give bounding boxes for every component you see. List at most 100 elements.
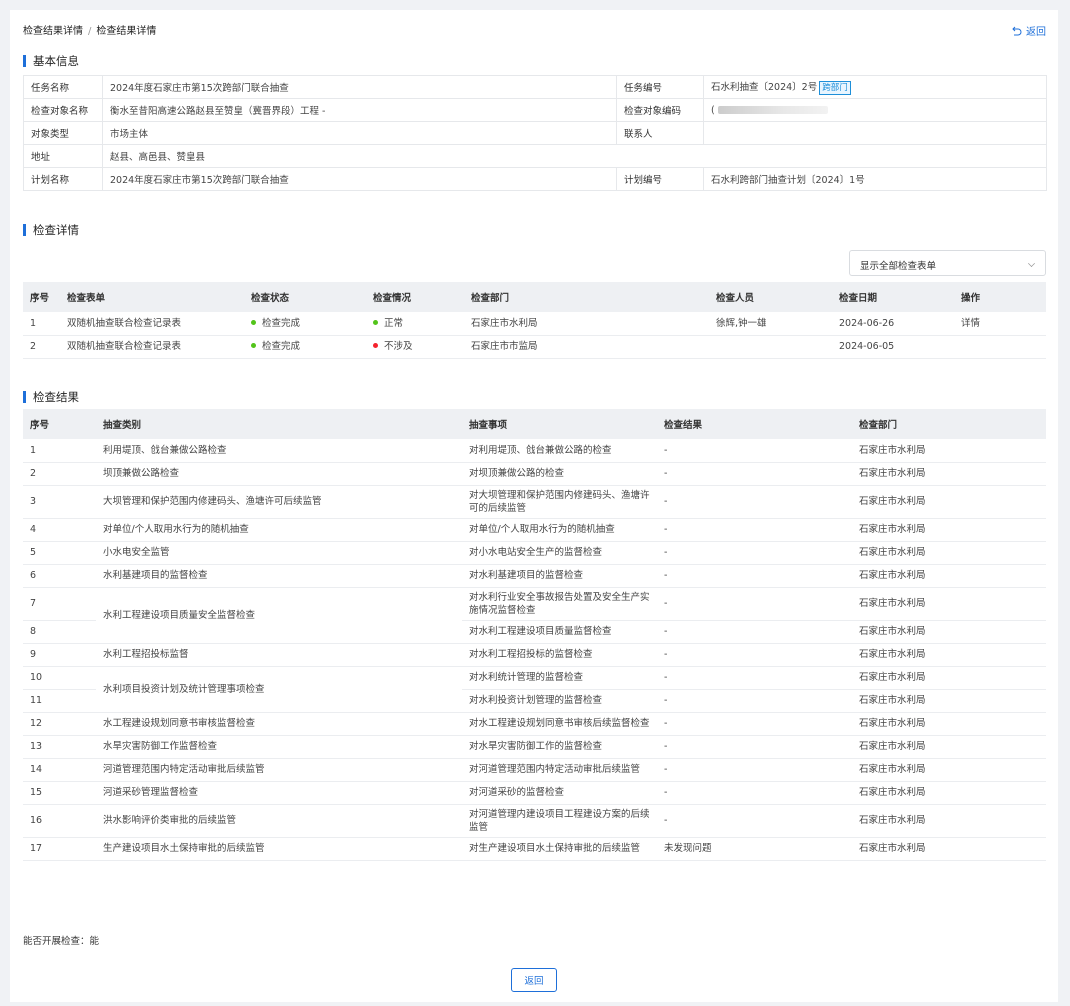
info-row: 任务名称 2024年度石家庄市第15次跨部门联合抽查 任务编号 石水利抽查〔20… [23, 75, 1047, 99]
top-bar: 检查结果详情 / 检查结果详情 返回 [23, 22, 1046, 38]
row-dept: 石家庄市水利局 [852, 666, 1046, 690]
status-text: 检查完成 [262, 317, 301, 329]
row-no: 12 [23, 712, 96, 736]
row-result: - [657, 781, 852, 805]
row-dept: 石家庄市水利局 [852, 643, 1046, 667]
object-code-label: 检查对象编码 [616, 98, 704, 122]
col-header: 抽查事项 [462, 409, 657, 439]
row-result: - [657, 485, 852, 519]
address-value: 赵县、高邑县、赞皇县 [102, 144, 1047, 168]
row-dept: 石家庄市水利局 [852, 758, 1046, 782]
status-badge: 检查完成 [244, 312, 366, 336]
breadcrumb-level1[interactable]: 检查结果详情 [23, 26, 83, 37]
row-result: - [657, 462, 852, 486]
col-header: 检查状态 [244, 282, 366, 312]
task-no-cell: 石水利抽查〔2024〕2号 跨部门 [703, 75, 1047, 99]
object-code-value: ( [711, 104, 715, 116]
object-type-label: 对象类型 [23, 121, 103, 145]
row-dept: 石家庄市水利局 [852, 439, 1046, 463]
plan-no-label: 计划编号 [616, 167, 704, 191]
col-header: 序号 [23, 409, 96, 439]
row-category: 生产建设项目水土保持审批的后续监管 [96, 837, 462, 861]
form-filter-value: 显示全部检查表单 [860, 261, 937, 272]
condition-dot-icon [373, 319, 378, 325]
col-header: 操作 [954, 282, 1046, 312]
redacted-block [717, 106, 828, 114]
cross-dept-tag: 跨部门 [819, 81, 851, 95]
info-row: 对象类型 市场主体 联系人 [23, 121, 1047, 145]
row-dept: 石家庄市水利局 [852, 564, 1046, 588]
form-filter-select[interactable]: 显示全部检查表单 [849, 250, 1046, 276]
object-name-label: 检查对象名称 [23, 98, 103, 122]
row-category: 水旱灾害防御工作监督检查 [96, 735, 462, 759]
table-row: 6 水利基建项目的监督检查 对水利基建项目的监督检查 - 石家庄市水利局 [23, 564, 1046, 588]
plan-no-value: 石水利跨部门抽查计划〔2024〕1号 [703, 167, 1047, 191]
condition-text: 不涉及 [384, 341, 413, 352]
row-date: 2024-06-05 [832, 335, 954, 359]
table-row: 9 水利工程招投标监督 对水利工程招投标的监督检查 - 石家庄市水利局 [23, 643, 1046, 667]
row-item: 对大坝管理和保护范围内修建码头、渔塘许可的后续监管 [462, 485, 657, 519]
row-item: 对水工程建设规划同意书审核后续监督检查 [462, 712, 657, 736]
row-no: 8 [23, 620, 96, 644]
row-dept: 石家庄市水利局 [852, 620, 1046, 644]
row-result: - [657, 804, 852, 838]
row-no: 11 [23, 689, 96, 713]
row-result: 未发现问题 [657, 837, 852, 861]
row-result: - [657, 541, 852, 565]
row-result: - [657, 758, 852, 782]
table-row: 16 洪水影响评价类审批的后续监管 对河道管理内建设项目工程建设方案的后续监管 - 石家… [23, 804, 1046, 838]
col-header: 检查表单 [60, 282, 244, 312]
row-no: 2 [23, 462, 96, 486]
row-result: - [657, 689, 852, 713]
table-row: 12 水工程建设规划同意书审核监督检查 对水工程建设规划同意书审核后续监督检查 - 石家… [23, 712, 1046, 736]
row-result: - [657, 712, 852, 736]
back-link-label: 返回 [1026, 27, 1046, 38]
back-button[interactable]: 返回 [511, 968, 557, 992]
back-link[interactable]: 返回 [1012, 23, 1046, 38]
status-text: 检查完成 [262, 341, 301, 352]
can-check-text: 能否开展检查：能 [23, 936, 100, 947]
table-row: 17 生产建设项目水土保持审批的后续监管 对生产建设项目水土保持审批的后续监管 未发现… [23, 837, 1046, 861]
results-table: 序号 抽查类别 抽查事项 检查结果 检查部门 1 利用堤顶、戗台兼做公路检查 对利用… [23, 409, 1046, 861]
table-row: 1 利用堤顶、戗台兼做公路检查 对利用堤顶、戗台兼做公路的检查 - 石家庄市水利局 [23, 439, 1046, 463]
table-row: 13 水旱灾害防御工作监督检查 对水旱灾害防御工作的监督检查 - 石家庄市水利局 [23, 735, 1046, 759]
row-result: - [657, 518, 852, 542]
row-no: 5 [23, 541, 96, 565]
breadcrumb: 检查结果详情 / 检查结果详情 [23, 22, 156, 37]
address-label: 地址 [23, 144, 103, 168]
row-category: 坝顶兼做公路检查 [96, 462, 462, 486]
row-dept: 石家庄市水利局 [464, 312, 709, 336]
row-item: 对水利基建项目的监督检查 [462, 564, 657, 588]
table-row: 10 水利项目投资计划及统计管理事项检查 对水利统计管理的监督检查 - 石家庄市水利局 [23, 666, 1046, 713]
row-no: 14 [23, 758, 96, 782]
status-badge: 检查完成 [244, 335, 366, 359]
breadcrumb-level2: 检查结果详情 [96, 26, 157, 37]
row-item: 对小水电站安全生产的监督检查 [462, 541, 657, 565]
page-container: 检查结果详情 / 检查结果详情 返回 基本信息 任务名称 2024年度石家庄市第15… [10, 10, 1058, 1002]
row-result: - [657, 564, 852, 588]
row-item: 对生产建设项目水土保持审批的后续监管 [462, 837, 657, 861]
row-action [954, 335, 1046, 359]
row-no: 3 [23, 485, 96, 519]
row-form: 双随机抽查联合检查记录表 [60, 312, 244, 336]
row-item: 对单位/个人取用水行为的随机抽查 [462, 518, 657, 542]
row-item: 对坝顶兼做公路的检查 [462, 462, 657, 486]
row-item: 对水利行业安全事故报告处置及安全生产实施情况监督检查 [462, 587, 657, 621]
row-no: 17 [23, 837, 96, 861]
col-header: 检查情况 [366, 282, 464, 312]
contact-value [703, 121, 1047, 145]
row-item: 对水利统计管理的监督检查 [462, 666, 657, 690]
row-dept: 石家庄市水利局 [852, 462, 1046, 486]
row-category: 水利工程建设项目质量安全监督检查 [96, 587, 462, 644]
condition-badge: 不涉及 [366, 335, 464, 359]
row-result: - [657, 666, 852, 690]
table-row: 2 双随机抽查联合检查记录表 检查完成 不涉及 石家庄市市监局 2024-06-… [23, 335, 1046, 359]
detail-link[interactable]: 详情 [954, 312, 1046, 336]
row-no: 10 [23, 666, 96, 690]
object-type-value: 市场主体 [102, 121, 617, 145]
task-no-label: 任务编号 [616, 75, 704, 99]
row-dept: 石家庄市水利局 [852, 804, 1046, 838]
row-item: 对利用堤顶、戗台兼做公路的检查 [462, 439, 657, 463]
row-dept: 石家庄市水利局 [852, 689, 1046, 713]
row-item: 对河道管理内建设项目工程建设方案的后续监管 [462, 804, 657, 838]
